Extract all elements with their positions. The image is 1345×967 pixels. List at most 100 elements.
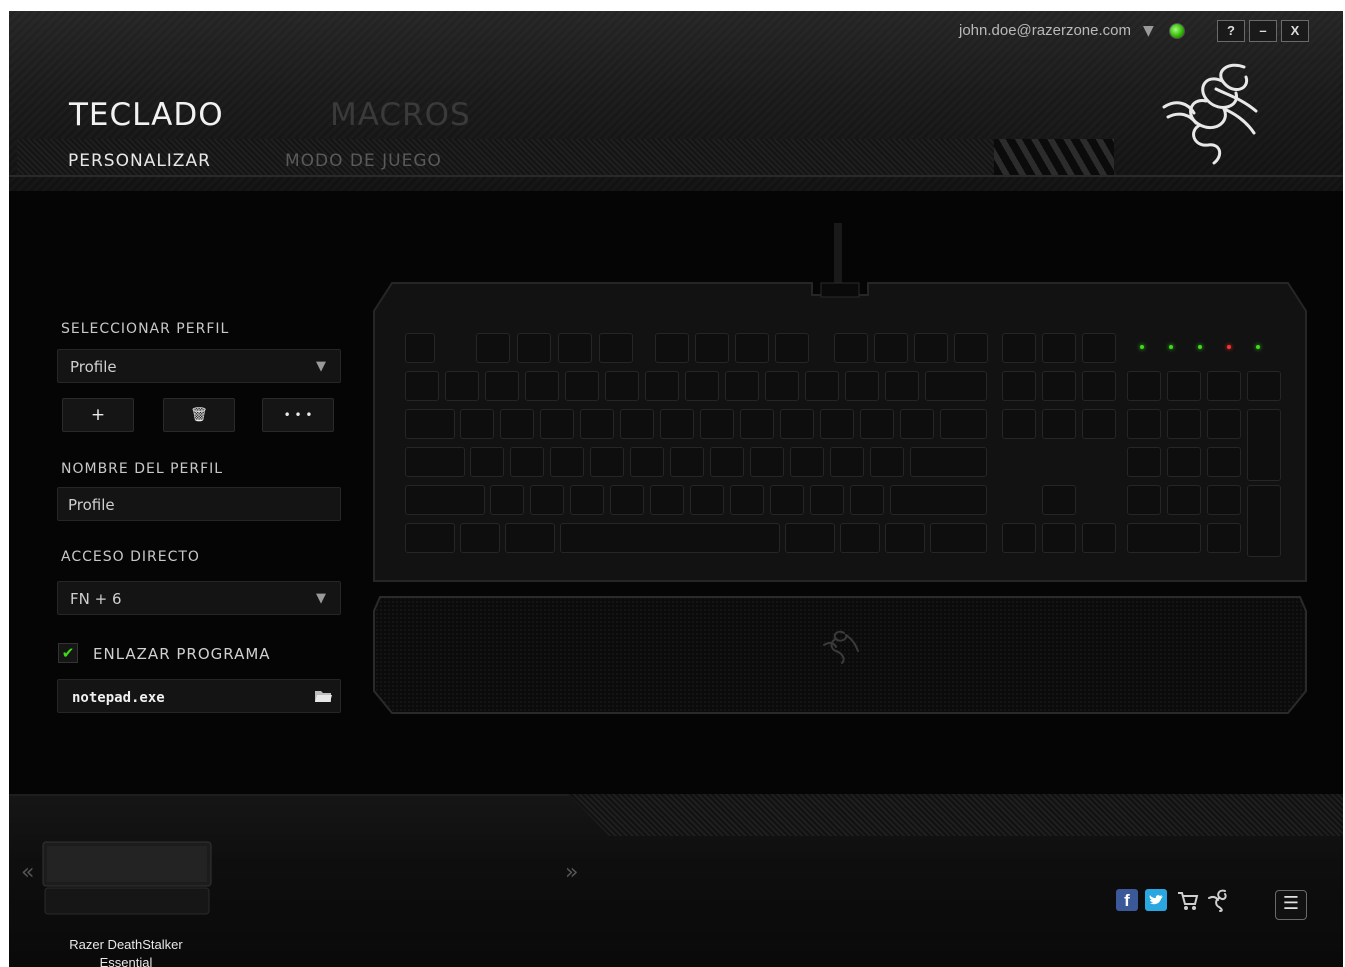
subtab-personalizar[interactable]: PERSONALIZAR bbox=[68, 151, 211, 171]
keyboard-key[interactable] bbox=[1082, 409, 1116, 439]
keyboard-key[interactable] bbox=[910, 447, 987, 477]
keyboard-key[interactable] bbox=[1042, 485, 1076, 515]
keyboard-key[interactable] bbox=[1247, 485, 1281, 557]
keyboard-key[interactable] bbox=[765, 371, 799, 401]
keyboard-key[interactable] bbox=[485, 371, 519, 401]
keyboard-key[interactable] bbox=[685, 371, 719, 401]
tab-teclado[interactable]: TECLADO bbox=[69, 97, 224, 133]
profile-select[interactable]: Profile ▼ bbox=[57, 349, 341, 383]
keyboard-key[interactable] bbox=[630, 447, 664, 477]
keyboard-key[interactable] bbox=[940, 409, 987, 439]
keyboard-key[interactable] bbox=[517, 333, 551, 363]
keyboard-key[interactable] bbox=[725, 371, 759, 401]
keyboard-key[interactable] bbox=[860, 409, 894, 439]
keyboard-key[interactable] bbox=[775, 333, 809, 363]
keyboard-key[interactable] bbox=[1127, 371, 1161, 401]
keyboard-key[interactable] bbox=[470, 447, 504, 477]
keyboard-key[interactable] bbox=[735, 333, 769, 363]
keyboard-key[interactable] bbox=[820, 409, 854, 439]
keyboard-key[interactable] bbox=[1127, 485, 1161, 515]
keyboard-key[interactable] bbox=[460, 409, 494, 439]
keyboard-key[interactable] bbox=[405, 447, 465, 477]
account-email[interactable]: john.doe@razerzone.com bbox=[959, 22, 1131, 39]
keyboard-key[interactable] bbox=[930, 523, 987, 553]
keyboard-key[interactable] bbox=[560, 523, 780, 553]
keyboard-key[interactable] bbox=[550, 447, 584, 477]
keyboard-key[interactable] bbox=[445, 371, 479, 401]
keyboard-key[interactable] bbox=[1042, 409, 1076, 439]
shortcut-select[interactable]: FN + 6 ▼ bbox=[57, 581, 341, 615]
keyboard-key[interactable] bbox=[834, 333, 868, 363]
keyboard-key[interactable] bbox=[476, 333, 510, 363]
hamburger-menu-icon[interactable]: ☰ bbox=[1275, 890, 1307, 920]
keyboard-key[interactable] bbox=[874, 333, 908, 363]
keyboard-key[interactable] bbox=[505, 523, 555, 553]
keyboard-key[interactable] bbox=[525, 371, 559, 401]
keyboard-key[interactable] bbox=[1207, 485, 1241, 515]
keyboard-key[interactable] bbox=[610, 485, 644, 515]
keyboard-key[interactable] bbox=[490, 485, 524, 515]
keyboard-key[interactable] bbox=[870, 447, 904, 477]
keyboard-key[interactable] bbox=[1082, 333, 1116, 363]
folder-icon[interactable] bbox=[314, 689, 332, 703]
keyboard-key[interactable] bbox=[1247, 409, 1281, 481]
keyboard-key[interactable] bbox=[605, 371, 639, 401]
keyboard-key[interactable] bbox=[1127, 523, 1201, 553]
more-options-button[interactable]: • • • bbox=[262, 398, 334, 432]
close-button[interactable]: X bbox=[1281, 20, 1309, 42]
account-dropdown-icon[interactable]: ▼ bbox=[1143, 23, 1154, 39]
minimize-button[interactable]: – bbox=[1249, 20, 1277, 42]
keyboard-key[interactable] bbox=[1167, 371, 1201, 401]
cart-icon[interactable] bbox=[1177, 891, 1199, 911]
keyboard-key[interactable] bbox=[885, 371, 919, 401]
subtab-modo-de-juego[interactable]: MODO DE JUEGO bbox=[285, 151, 442, 171]
keyboard-key[interactable] bbox=[790, 447, 824, 477]
keyboard-key[interactable] bbox=[405, 485, 485, 515]
razer-small-icon[interactable] bbox=[1207, 888, 1231, 912]
keyboard-key[interactable] bbox=[405, 523, 455, 553]
keyboard-key[interactable] bbox=[599, 333, 633, 363]
keyboard-key[interactable] bbox=[1042, 371, 1076, 401]
keyboard-key[interactable] bbox=[670, 447, 704, 477]
keyboard-key[interactable] bbox=[620, 409, 654, 439]
keyboard-key[interactable] bbox=[730, 485, 764, 515]
keyboard-key[interactable] bbox=[650, 485, 684, 515]
keyboard-key[interactable] bbox=[810, 485, 844, 515]
keyboard-key[interactable] bbox=[500, 409, 534, 439]
keyboard-key[interactable] bbox=[1167, 447, 1201, 477]
keyboard-key[interactable] bbox=[954, 333, 988, 363]
keyboard-key[interactable] bbox=[558, 333, 592, 363]
keyboard-key[interactable] bbox=[660, 409, 694, 439]
keyboard-key[interactable] bbox=[1042, 523, 1076, 553]
device-next-button[interactable]: » bbox=[565, 860, 578, 885]
device-prev-button[interactable]: « bbox=[21, 860, 34, 885]
keyboard-key[interactable] bbox=[1207, 523, 1241, 553]
keyboard-key[interactable] bbox=[570, 485, 604, 515]
keyboard-key[interactable] bbox=[925, 371, 987, 401]
keyboard-key[interactable] bbox=[845, 371, 879, 401]
keyboard-key[interactable] bbox=[460, 523, 500, 553]
keyboard-key[interactable] bbox=[770, 485, 804, 515]
keyboard-key[interactable] bbox=[405, 409, 455, 439]
keyboard-key[interactable] bbox=[750, 447, 784, 477]
keyboard-key[interactable] bbox=[405, 333, 435, 363]
keyboard-key[interactable] bbox=[1247, 371, 1281, 401]
keyboard-key[interactable] bbox=[914, 333, 948, 363]
keyboard-key[interactable] bbox=[1082, 371, 1116, 401]
keyboard-key[interactable] bbox=[695, 333, 729, 363]
keyboard-key[interactable] bbox=[1002, 333, 1036, 363]
keyboard-key[interactable] bbox=[1002, 371, 1036, 401]
twitter-icon[interactable] bbox=[1145, 889, 1167, 911]
keyboard-key[interactable] bbox=[1042, 333, 1076, 363]
link-program-checkbox[interactable]: ✔ bbox=[58, 643, 78, 663]
keyboard-key[interactable] bbox=[690, 485, 724, 515]
keyboard-key[interactable] bbox=[540, 409, 574, 439]
keyboard-key[interactable] bbox=[700, 409, 734, 439]
keyboard-key[interactable] bbox=[1167, 485, 1201, 515]
add-profile-button[interactable]: + bbox=[62, 398, 134, 432]
keyboard-key[interactable] bbox=[565, 371, 599, 401]
keyboard-key[interactable] bbox=[590, 447, 624, 477]
keyboard-key[interactable] bbox=[885, 523, 925, 553]
keyboard-key[interactable] bbox=[655, 333, 689, 363]
tab-macros[interactable]: MACROS bbox=[330, 97, 471, 133]
